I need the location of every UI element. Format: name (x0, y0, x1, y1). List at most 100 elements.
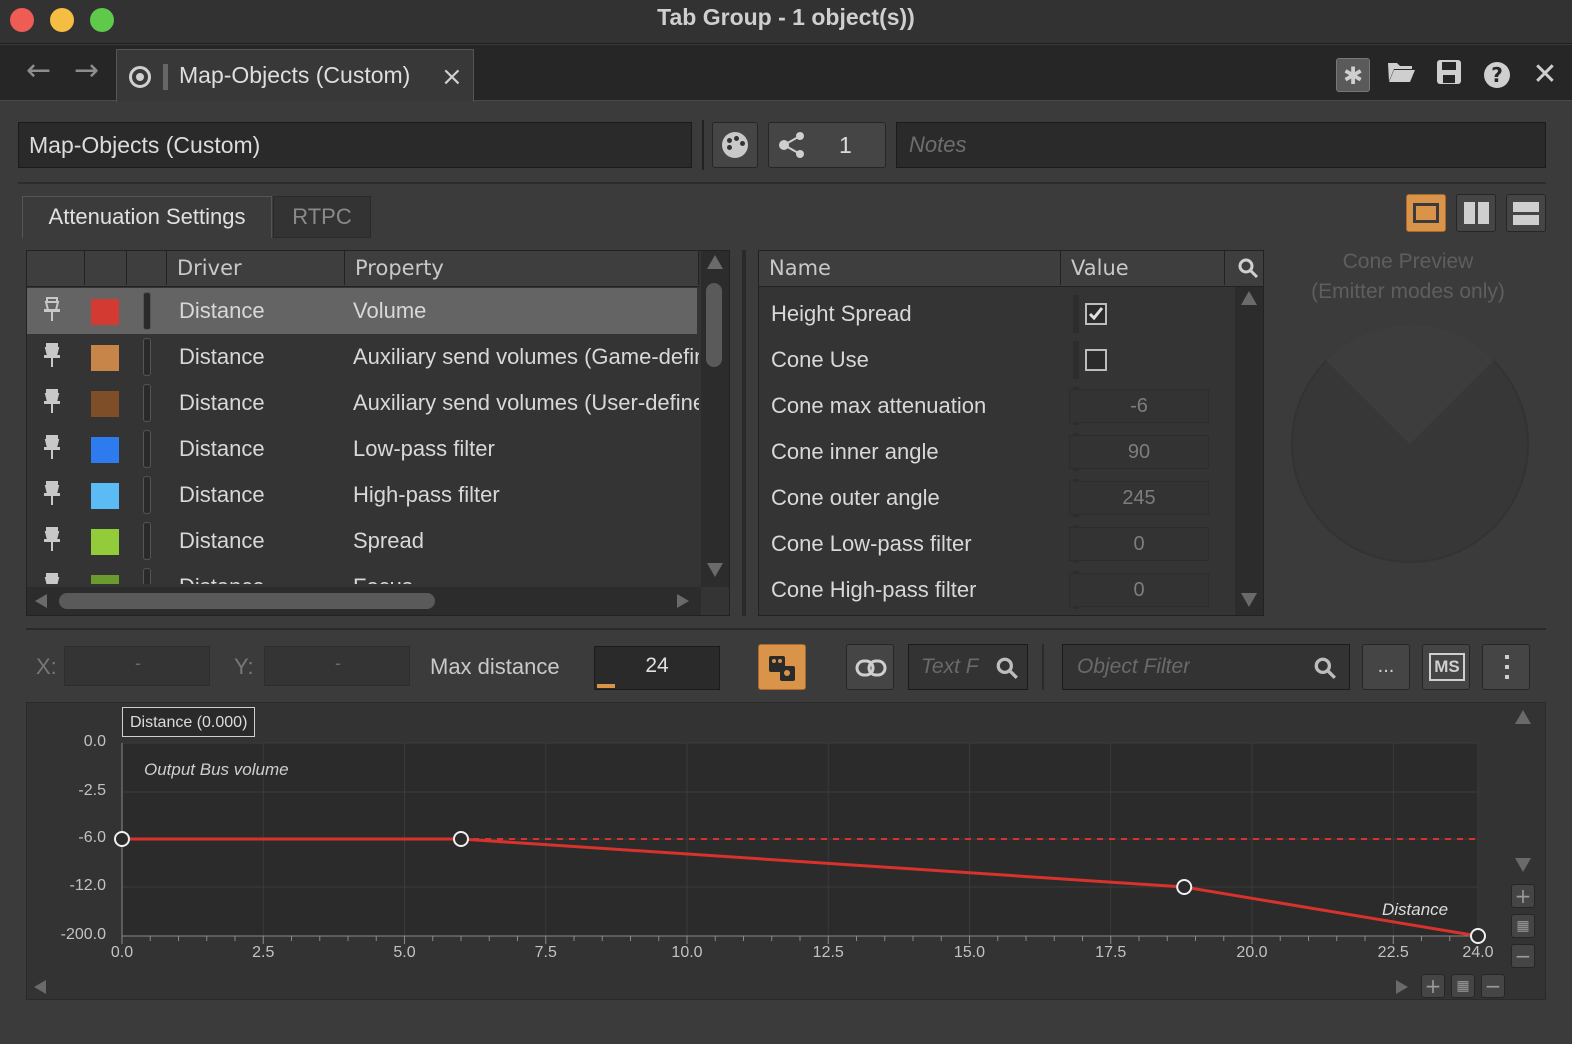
bypass-toggle[interactable] (143, 522, 151, 560)
x-field[interactable]: - (64, 646, 210, 686)
pin-icon[interactable] (41, 434, 63, 464)
object-name-field[interactable]: Map-Objects (Custom) (18, 122, 692, 168)
fit-vertical-button[interactable]: ▦ (1511, 914, 1535, 938)
hscroll-thumb[interactable] (59, 593, 435, 609)
graph-scroll-up-arrow[interactable] (1515, 710, 1531, 724)
graph-menu-button[interactable] (1482, 644, 1530, 690)
favorite-icon[interactable]: ✱ (1336, 58, 1370, 92)
document-tab[interactable]: Map-Objects (Custom) × (116, 49, 474, 102)
property-value[interactable]: 245 (1069, 481, 1209, 515)
max-distance-slider[interactable] (597, 684, 615, 688)
scroll-down-arrow[interactable] (707, 563, 723, 577)
close-view-icon[interactable]: ✕ (1528, 58, 1562, 92)
bypass-toggle[interactable] (143, 338, 151, 376)
bypass-toggle[interactable] (143, 384, 151, 422)
graph-scroll-right-arrow[interactable] (1396, 980, 1408, 994)
curve-row[interactable]: Distance Volume (27, 288, 697, 334)
zoom-in-horizontal-button[interactable]: + (1421, 974, 1445, 998)
more-options-button[interactable]: ... (1362, 644, 1410, 690)
y-field[interactable]: - (264, 646, 410, 686)
graph-scroll-left-arrow[interactable] (34, 980, 46, 994)
bypass-toggle[interactable] (143, 430, 151, 468)
curve-row[interactable]: Distance Low-pass filter (27, 426, 697, 472)
curve-point[interactable] (1470, 928, 1486, 944)
property-value[interactable]: 90 (1069, 435, 1209, 469)
tab-attenuation-settings[interactable]: Attenuation Settings (22, 196, 272, 238)
forward-icon[interactable]: → (74, 56, 99, 86)
fit-horizontal-button[interactable]: ▦ (1451, 974, 1475, 998)
curve-point[interactable] (453, 831, 469, 847)
link-button[interactable] (846, 644, 894, 690)
pin-icon[interactable] (41, 526, 63, 556)
panel-splitter[interactable] (742, 250, 746, 616)
curve-color-swatch[interactable] (91, 345, 119, 371)
scroll-right-arrow[interactable] (677, 594, 689, 608)
zoom-out-horizontal-button[interactable]: − (1481, 974, 1505, 998)
zoom-in-vertical-button[interactable]: + (1511, 884, 1535, 908)
pin-icon[interactable] (41, 572, 63, 584)
help-icon[interactable]: ? (1480, 58, 1514, 92)
curve-list-hscrollbar[interactable] (27, 587, 701, 615)
attenuation-curve-graph[interactable] (0, 700, 1510, 970)
column-value[interactable]: Value (1061, 251, 1225, 285)
curve-color-swatch[interactable] (91, 299, 119, 325)
graph-scroll-down-arrow[interactable] (1515, 858, 1531, 872)
multi-select-button[interactable]: MS (1422, 644, 1470, 690)
curve-row[interactable]: Distance Focus (27, 564, 697, 584)
zoom-out-vertical-button[interactable]: − (1511, 944, 1535, 968)
curve-color-swatch[interactable] (91, 529, 119, 555)
column-property[interactable]: Property (345, 251, 699, 285)
color-palette-button[interactable] (712, 122, 758, 168)
props-scroll-up-arrow[interactable] (1241, 291, 1257, 305)
share-sets-button[interactable]: 1 (768, 122, 886, 168)
curve-row[interactable]: Distance High-pass filter (27, 472, 697, 518)
back-icon[interactable]: ← (26, 56, 51, 86)
curve-list-vscrollbar[interactable] (701, 251, 729, 587)
close-tab-icon[interactable]: × (441, 62, 463, 92)
layout-single-button[interactable] (1406, 194, 1446, 232)
curve-row[interactable]: Distance Auxiliary send volumes (Game-def… (27, 334, 699, 380)
property-search-icon[interactable] (1237, 257, 1259, 283)
property-value[interactable]: 0 (1069, 573, 1209, 607)
open-folder-icon[interactable] (1384, 58, 1418, 92)
bypass-toggle[interactable] (143, 292, 151, 330)
graph-vscrollbar[interactable] (1510, 706, 1536, 876)
text-filter-field[interactable]: Text F (908, 644, 1028, 690)
props-scroll-down-arrow[interactable] (1241, 593, 1257, 607)
save-icon[interactable] (1432, 58, 1466, 92)
bypass-toggle[interactable] (143, 476, 151, 514)
scroll-up-arrow[interactable] (707, 255, 723, 269)
curve-row[interactable]: Distance Spread (27, 518, 697, 564)
unchecked-checkbox[interactable] (1085, 349, 1107, 371)
pin-icon[interactable] (41, 296, 63, 326)
property-value[interactable]: 0 (1069, 527, 1209, 561)
column-pin[interactable] (27, 251, 85, 285)
pin-icon[interactable] (41, 388, 63, 418)
pin-icon[interactable] (41, 342, 63, 372)
graph-hscrollbar[interactable] (30, 976, 1414, 998)
column-color[interactable] (85, 251, 127, 285)
tab-rtpc[interactable]: RTPC (273, 196, 371, 238)
max-distance-field[interactable]: 24 (594, 646, 720, 690)
curve-color-swatch[interactable] (91, 437, 119, 463)
curve-point[interactable] (114, 831, 130, 847)
curve-color-swatch[interactable] (91, 575, 119, 584)
curve-row[interactable]: Distance Auxiliary send volumes (User-def… (27, 380, 699, 426)
object-filter-field[interactable]: Object Filter (1062, 644, 1350, 690)
pin-icon[interactable] (41, 480, 63, 510)
layout-horizontal-split-button[interactable] (1506, 194, 1546, 232)
curve-point[interactable] (1176, 879, 1193, 895)
column-bypass[interactable] (127, 251, 167, 285)
notes-field[interactable]: Notes (896, 122, 1546, 168)
properties-vscrollbar[interactable] (1235, 287, 1263, 615)
column-name[interactable]: Name (759, 251, 1061, 285)
curve-color-swatch[interactable] (91, 391, 119, 417)
randomize-button[interactable] (758, 644, 806, 690)
column-driver[interactable]: Driver (167, 251, 345, 285)
layout-vertical-split-button[interactable] (1456, 194, 1496, 232)
property-value[interactable]: -6 (1069, 389, 1209, 423)
scroll-thumb[interactable] (706, 283, 722, 367)
bypass-toggle[interactable] (143, 568, 151, 584)
scroll-left-arrow[interactable] (35, 594, 47, 608)
checked-checkbox[interactable] (1085, 303, 1107, 325)
